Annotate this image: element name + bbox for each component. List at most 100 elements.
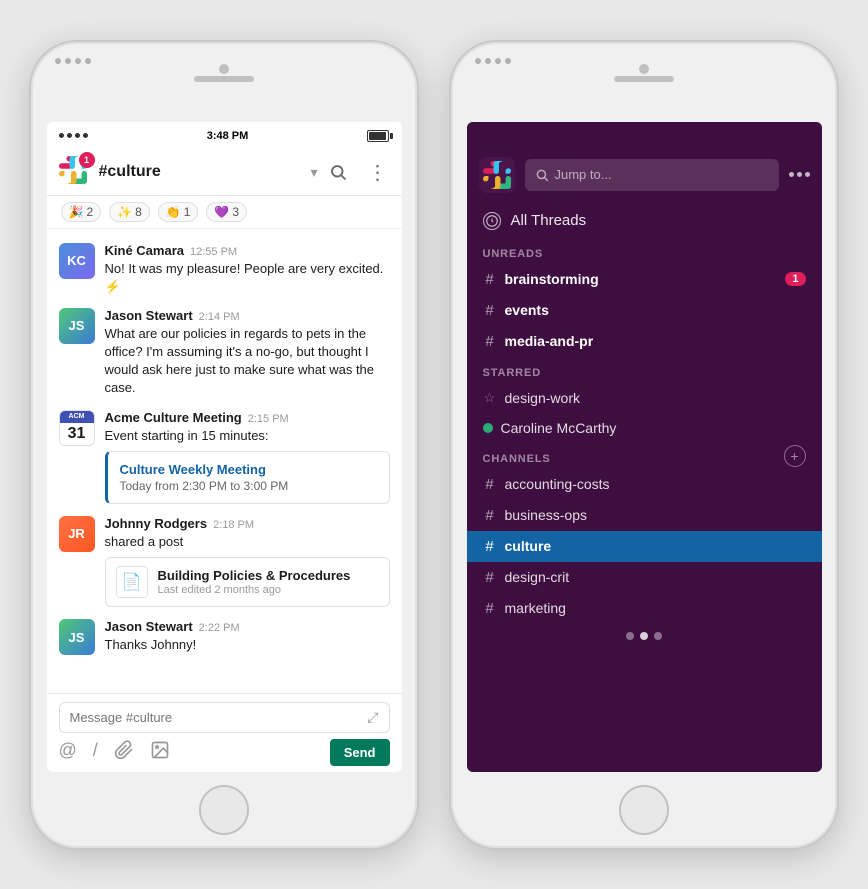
msg-text: shared a post	[105, 533, 390, 551]
message-row: ACM 31 Acme Culture Meeting 2:15 PM Even…	[47, 404, 402, 510]
at-icon[interactable]: @	[59, 740, 77, 765]
avatar-calendar: ACM 31	[59, 410, 95, 446]
msg-author: Jason Stewart	[105, 619, 193, 634]
doc-info: Building Policies & Procedures Last edit…	[158, 568, 351, 596]
attachment-icon[interactable]	[114, 740, 134, 765]
reaction-heart[interactable]: 💜 3	[206, 202, 247, 222]
dm-name-caroline: Caroline McCarthy	[501, 420, 806, 436]
star-icon: ☆	[483, 390, 497, 406]
status-bar: 3:48 PM	[47, 122, 402, 150]
msg-header: Kiné Camara 12:55 PM	[105, 243, 390, 258]
hash-icon: #	[483, 271, 497, 288]
msg-header: Jason Stewart 2:14 PM	[105, 308, 390, 323]
sidebar-item-caroline-mccarthy[interactable]: Caroline McCarthy	[467, 413, 822, 443]
all-threads-item[interactable]: All Threads	[467, 204, 822, 238]
msg-header: Acme Culture Meeting 2:15 PM	[105, 410, 390, 425]
send-button[interactable]: Send	[330, 739, 390, 766]
all-threads-label: All Threads	[511, 212, 587, 229]
phone-2: Jump to... All Threads UNREADS	[449, 40, 839, 850]
slack-badge: 1	[79, 152, 95, 168]
messages-list: KC Kiné Camara 12:55 PM No! It was my pl…	[47, 229, 402, 693]
channel-chevron[interactable]: ▾	[310, 164, 317, 181]
message-input-row: ⤢	[59, 702, 390, 733]
dot-1	[626, 632, 634, 640]
hash-icon: #	[483, 333, 497, 350]
reaction-party[interactable]: 🎉 2	[61, 202, 102, 222]
toolbar-left: @ /	[59, 740, 170, 765]
channels-section-label: CHANNELS	[467, 443, 567, 469]
speaker	[194, 76, 254, 82]
channel-name-business-ops: business-ops	[505, 507, 806, 523]
reaction-clap[interactable]: 👏 1	[158, 202, 199, 222]
doc-card[interactable]: 📄 Building Policies & Procedures Last ed…	[105, 557, 390, 607]
dots-menu[interactable]	[789, 172, 810, 177]
phone2-screen: Jump to... All Threads UNREADS	[467, 122, 822, 772]
msg-text: Thanks Johnny!	[105, 636, 390, 654]
hash-icon: #	[483, 538, 497, 555]
meeting-card[interactable]: Culture Weekly Meeting Today from 2:30 P…	[105, 451, 390, 504]
sidebar-item-media-and-pr[interactable]: # media-and-pr	[467, 326, 822, 357]
doc-subtitle: Last edited 2 months ago	[158, 584, 351, 596]
starred-section-label: STARRED	[467, 357, 822, 383]
msg-header: Jason Stewart 2:22 PM	[105, 619, 390, 634]
phone-dots	[55, 58, 91, 64]
msg-author: Kiné Camara	[105, 243, 184, 258]
sidebar-item-events[interactable]: # events	[467, 295, 822, 326]
add-channel-button[interactable]: +	[784, 445, 806, 467]
sidebar-item-culture[interactable]: # culture	[467, 531, 822, 562]
meeting-time: Today from 2:30 PM to 3:00 PM	[120, 479, 377, 493]
msg-content-jason1: Jason Stewart 2:14 PM What are our polic…	[105, 308, 390, 398]
home-button-2[interactable]	[619, 785, 669, 835]
doc-icon: 📄	[116, 566, 148, 598]
msg-text: What are our policies in regards to pets…	[105, 325, 390, 398]
sidebar-item-brainstorming[interactable]: # brainstorming 1	[467, 264, 822, 295]
msg-time: 2:22 PM	[199, 622, 240, 634]
phone-bottom-2	[451, 772, 837, 848]
sidebar-item-accounting-costs[interactable]: # accounting-costs	[467, 469, 822, 500]
presence-dot-online	[483, 423, 493, 433]
expand-icon[interactable]: ⤢	[367, 709, 378, 726]
sidebar-item-marketing[interactable]: # marketing	[467, 593, 822, 624]
avatar-johnny: JR	[59, 516, 95, 552]
msg-content-kine: Kiné Camara 12:55 PM No! It was my pleas…	[105, 243, 390, 296]
msg-author: Johnny Rodgers	[105, 516, 208, 531]
sidebar-item-design-work[interactable]: ☆ design-work	[467, 383, 822, 413]
message-input-bar: ⤢ @ / Send	[47, 693, 402, 772]
sidebar-content: All Threads UNREADS # brainstorming 1 # …	[467, 200, 822, 772]
home-button-1[interactable]	[199, 785, 249, 835]
channel-name-culture: culture	[505, 538, 806, 554]
image-icon[interactable]	[150, 740, 170, 765]
dot-2	[640, 632, 648, 640]
reaction-sparkle[interactable]: ✨ 8	[109, 202, 150, 222]
signal-dots	[59, 133, 88, 138]
message-row: JS Jason Stewart 2:14 PM What are our po…	[47, 302, 402, 404]
search-bar[interactable]: Jump to...	[525, 159, 779, 191]
hash-icon: #	[483, 507, 497, 524]
msg-text: Event starting in 15 minutes:	[105, 427, 390, 445]
hash-icon: #	[483, 476, 497, 493]
slack-app-icon[interactable]	[479, 157, 515, 193]
header-icons: ⋮	[326, 160, 390, 184]
slash-icon[interactable]: /	[93, 740, 98, 765]
msg-author: Jason Stewart	[105, 308, 193, 323]
sidebar-status-bar	[467, 122, 822, 150]
channel-name-marketing: marketing	[505, 600, 806, 616]
dot-3	[654, 632, 662, 640]
msg-time: 12:55 PM	[190, 246, 237, 258]
unread-badge-brainstorming: 1	[785, 272, 805, 286]
message-input[interactable]	[70, 710, 368, 725]
channel-name[interactable]: #culture	[99, 163, 303, 181]
search-button[interactable]	[326, 160, 350, 184]
phone-dots2	[475, 58, 511, 64]
message-row: JS Jason Stewart 2:22 PM Thanks Johnny!	[47, 613, 402, 661]
msg-text: No! It was my pleasure! People are very …	[105, 260, 390, 296]
cal-header: ACM	[60, 411, 94, 423]
sidebar-item-design-crit[interactable]: # design-crit	[467, 562, 822, 593]
msg-author: Acme Culture Meeting	[105, 410, 242, 425]
msg-time: 2:14 PM	[199, 311, 240, 323]
battery-icon	[367, 130, 389, 142]
sidebar-item-business-ops[interactable]: # business-ops	[467, 500, 822, 531]
search-placeholder: Jump to...	[555, 167, 612, 182]
more-button[interactable]: ⋮	[366, 160, 390, 184]
phone-bottom-1	[31, 772, 417, 848]
